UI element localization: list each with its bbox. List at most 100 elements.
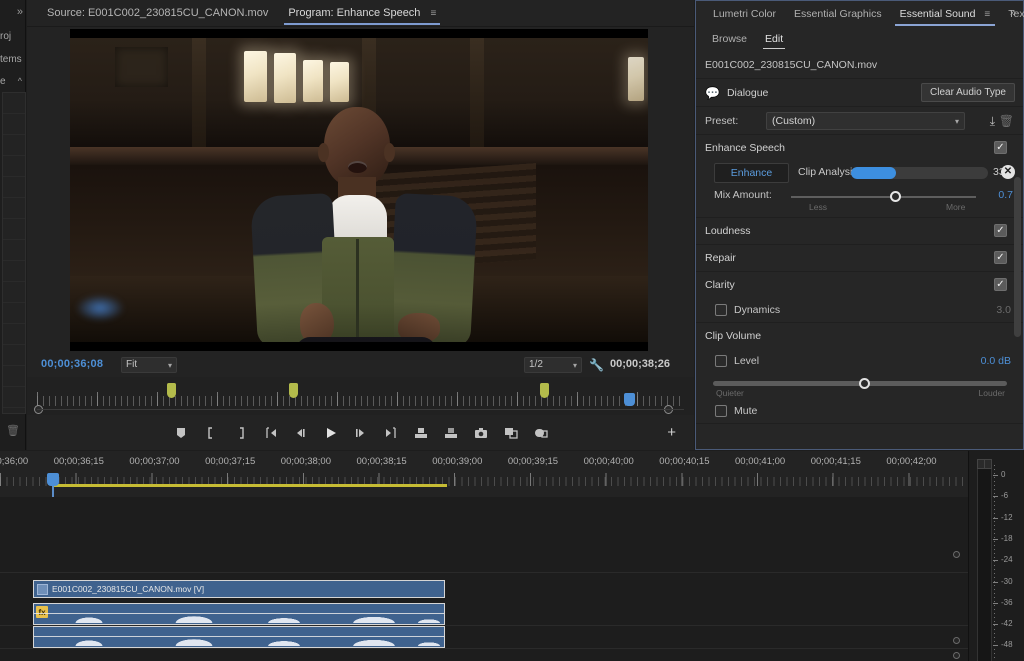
go-to-in-button[interactable] (256, 419, 286, 447)
panel-menu-icon[interactable]: ≡ (984, 9, 990, 20)
track-divider (0, 572, 968, 573)
tab-program-monitor[interactable]: Program: Enhance Speech ≡ (278, 2, 446, 25)
subtab-edit[interactable]: Edit (758, 30, 790, 50)
track-handle-dot[interactable] (953, 551, 960, 558)
preset-select[interactable]: (Custom) ▾ (766, 112, 965, 130)
list-item[interactable] (3, 240, 25, 261)
clip-volume-header[interactable]: Clip Volume (696, 323, 1023, 349)
track-handle-dot[interactable] (953, 637, 960, 644)
level-slider-knob[interactable] (859, 378, 870, 389)
repair-section: Repair ✓ (696, 245, 1023, 272)
tab-lumetri-color[interactable]: Lumetri Color (704, 3, 785, 26)
enhance-speech-header[interactable]: Enhance Speech ✓ (696, 135, 1023, 161)
list-item[interactable] (3, 282, 25, 303)
project-item-list[interactable] (2, 92, 26, 414)
delete-icon[interactable]: 🗑 (6, 424, 20, 437)
more-tabs-icon[interactable]: » (1010, 7, 1016, 19)
step-forward-button[interactable] (346, 419, 376, 447)
timeline-video-clip[interactable]: E001C002_230815CU_CANON.mov [V] (33, 580, 445, 598)
step-back-button[interactable] (286, 419, 316, 447)
chevron-up-icon[interactable]: ^ (18, 76, 22, 86)
list-item[interactable] (3, 93, 25, 114)
go-to-out-button[interactable] (376, 419, 406, 447)
timeline-audio-clip-1[interactable]: fx (33, 603, 445, 625)
list-item[interactable] (3, 198, 25, 219)
audio-meter-clip-indicator[interactable] (977, 459, 992, 469)
mix-amount-slider-track[interactable] (791, 196, 976, 198)
tab-essential-sound[interactable]: Essential Sound ≡ (891, 3, 1000, 26)
work-area-bar[interactable] (52, 484, 447, 487)
playback-resolution-value: 1/2 (529, 359, 543, 370)
list-item[interactable] (3, 261, 25, 282)
monitor-playhead[interactable] (624, 393, 635, 406)
timeline-timecode-label: 00;00;42;00 (886, 456, 937, 467)
level-value[interactable]: 0.0 dB (981, 355, 1011, 367)
monitor-marker[interactable] (167, 383, 176, 398)
mix-amount-slider-knob[interactable] (890, 191, 901, 202)
window-light (274, 53, 296, 103)
list-item[interactable] (3, 324, 25, 345)
clarity-checkbox[interactable]: ✓ (994, 278, 1007, 291)
video-preview[interactable] (70, 29, 648, 351)
comparison-view-button[interactable] (496, 419, 526, 447)
enhance-speech-checkbox[interactable]: ✓ (994, 141, 1007, 154)
save-preset-icon[interactable]: ⤓ (990, 114, 995, 129)
clear-audio-type-button[interactable]: Clear Audio Type (921, 83, 1015, 102)
letterbox-bottom (70, 342, 648, 351)
cancel-analysis-button[interactable]: ✕ (1001, 165, 1015, 179)
loudness-header[interactable]: Loudness ✓ (696, 218, 1023, 244)
playback-resolution-select[interactable]: 1/2 ▾ (524, 357, 582, 373)
list-item[interactable] (3, 135, 25, 156)
monitor-marker[interactable] (289, 383, 298, 398)
current-timecode[interactable]: 00;00;36;08 (41, 358, 103, 370)
meter-db-label: 0 (1001, 470, 1006, 479)
loudness-checkbox[interactable]: ✓ (994, 224, 1007, 237)
monitor-marker[interactable] (540, 383, 549, 398)
panel-menu-icon[interactable]: ≡ (431, 8, 437, 19)
project-panel-cropped: » roj tems e ^ 🗑 (0, 0, 26, 450)
multicam-button[interactable] (526, 419, 556, 447)
list-item[interactable] (3, 114, 25, 135)
essential-sound-scrollbar[interactable] (1014, 177, 1021, 337)
tab-essential-graphics[interactable]: Essential Graphics (785, 3, 891, 26)
clip-analysis-progress-fill (851, 167, 897, 179)
track-handle-dot[interactable] (953, 652, 960, 659)
add-marker-button[interactable] (166, 419, 196, 447)
zoom-level-select[interactable]: Fit ▾ (121, 357, 177, 373)
monitor-tab-bar: Source: E001C002_230815CU_CANON.mov Prog… (27, 0, 694, 27)
tab-source-monitor[interactable]: Source: E001C002_230815CU_CANON.mov (37, 2, 278, 25)
repair-header[interactable]: Repair ✓ (696, 245, 1023, 271)
scrub-zoom-bar[interactable] (37, 409, 684, 410)
list-item[interactable] (3, 345, 25, 366)
mix-amount-value[interactable]: 0.7 (998, 189, 1013, 201)
timeline-playhead-head[interactable] (47, 473, 59, 486)
list-item[interactable] (3, 219, 25, 240)
level-checkbox[interactable] (715, 355, 727, 367)
list-item[interactable] (3, 387, 25, 408)
lift-button[interactable] (406, 419, 436, 447)
timeline-ruler[interactable]: 00;00;36;00 00;00;36;15 00;00;37;00 00;00;3… (0, 451, 968, 497)
delete-preset-icon[interactable]: 🗑 (999, 114, 1014, 128)
list-item[interactable] (3, 366, 25, 387)
subtab-browse[interactable]: Browse (705, 30, 754, 50)
repair-checkbox[interactable]: ✓ (994, 251, 1007, 264)
dynamics-checkbox[interactable] (715, 304, 727, 316)
play-stop-button[interactable] (316, 419, 346, 447)
settings-wrench-icon[interactable]: 🔧 (589, 358, 604, 372)
clarity-header[interactable]: Clarity ✓ (696, 272, 1023, 298)
mark-in-button[interactable] (196, 419, 226, 447)
list-item[interactable] (3, 177, 25, 198)
mute-checkbox[interactable] (715, 405, 727, 417)
enhance-button[interactable]: Enhance (714, 163, 789, 183)
expand-panels-icon[interactable]: » (17, 6, 23, 18)
mark-out-button[interactable] (226, 419, 256, 447)
export-frame-button[interactable] (466, 419, 496, 447)
extract-button[interactable] (436, 419, 466, 447)
clip-analysis-progress-bar (851, 167, 988, 179)
monitor-scrub-bar[interactable] (27, 377, 694, 415)
button-editor-button[interactable]: + (667, 424, 676, 441)
list-item[interactable] (3, 156, 25, 177)
meter-tick (993, 560, 998, 562)
timeline-audio-clip-2[interactable] (33, 626, 445, 648)
list-item[interactable] (3, 303, 25, 324)
